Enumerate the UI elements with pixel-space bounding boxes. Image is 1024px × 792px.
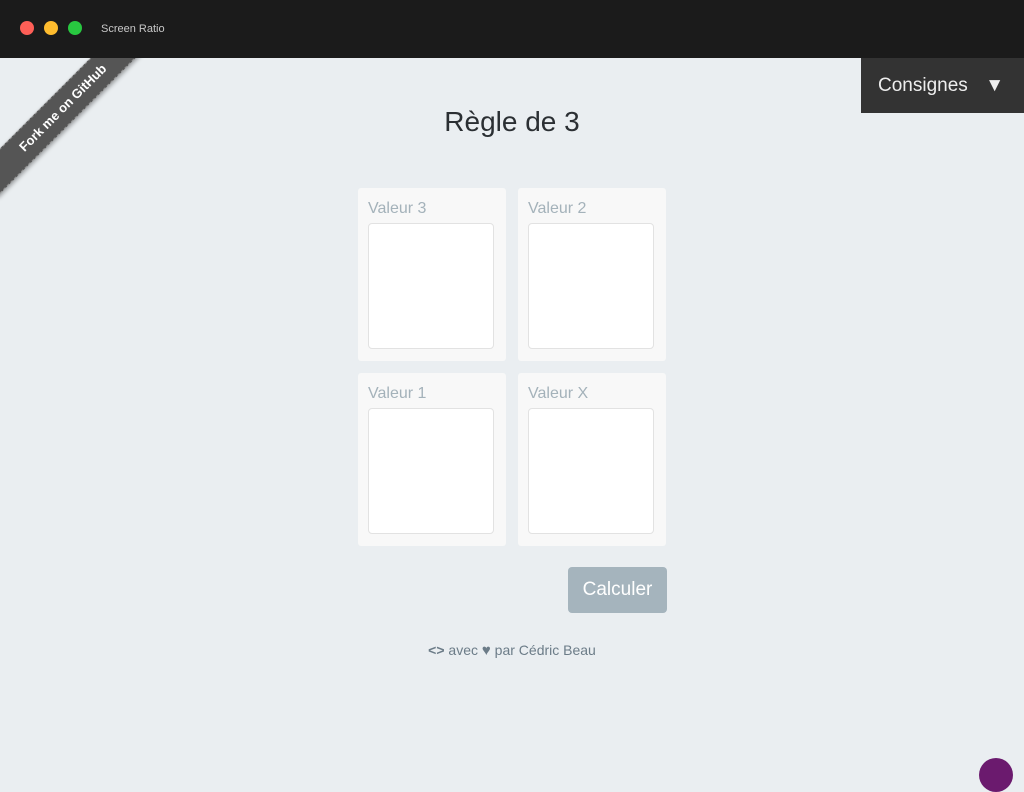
footer: <> avec ♥ par Cédric Beau (0, 642, 1024, 659)
valeur-2-input[interactable] (528, 223, 654, 349)
valeur-x-output (528, 408, 654, 534)
maximize-window-button[interactable] (68, 21, 82, 35)
footer-author[interactable]: par Cédric Beau (495, 642, 596, 658)
chevron-down-icon: ▼ (985, 75, 1004, 96)
card-valeur-x: Valeur X (518, 373, 666, 546)
footer-avec: avec (448, 642, 478, 658)
floating-action-button[interactable] (979, 758, 1013, 792)
card-label: Valeur 3 (368, 200, 427, 217)
window-title: Screen Ratio (101, 23, 165, 35)
close-window-button[interactable] (20, 21, 34, 35)
window-titlebar: Screen Ratio (0, 0, 1024, 58)
consignes-label: Consignes (878, 74, 968, 96)
calculer-button[interactable]: Calculer (568, 567, 667, 613)
card-valeur-3: Valeur 3 (358, 188, 506, 361)
card-label: Valeur X (528, 385, 589, 402)
code-icon: <> (428, 642, 445, 658)
consignes-toggle[interactable]: Consignes ▼ (861, 58, 1024, 113)
page-title: Règle de 3 (444, 106, 580, 137)
valeur-3-input[interactable] (368, 223, 494, 349)
card-valeur-2: Valeur 2 (518, 188, 666, 361)
valeur-1-input[interactable] (368, 408, 494, 534)
card-label: Valeur 2 (528, 200, 587, 217)
heart-icon: ♥ (481, 642, 491, 659)
minimize-window-button[interactable] (44, 21, 58, 35)
card-label: Valeur 1 (368, 385, 427, 402)
card-valeur-1: Valeur 1 (358, 373, 506, 546)
